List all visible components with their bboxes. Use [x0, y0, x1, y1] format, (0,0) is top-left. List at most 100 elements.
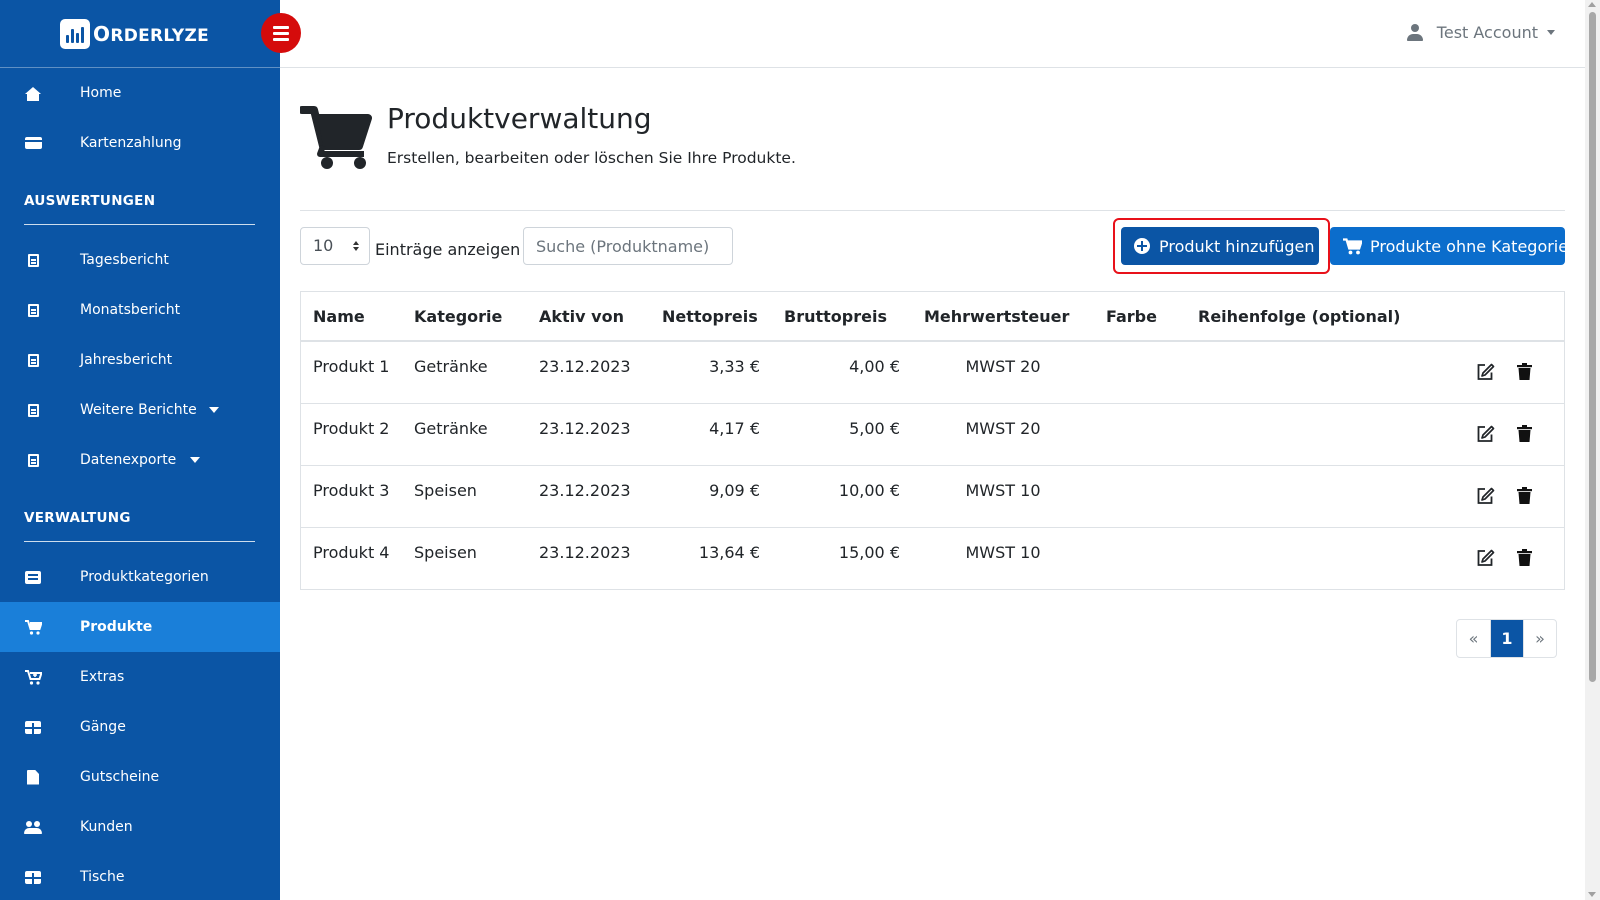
trash-icon[interactable] — [1517, 363, 1532, 380]
edit-icon[interactable] — [1476, 487, 1495, 505]
plus-circle-icon — [1134, 238, 1150, 254]
search-input[interactable] — [523, 227, 733, 265]
edit-icon[interactable] — [1476, 425, 1495, 443]
table-controls: 10 Einträge anzeigen Produkt hinzufügen … — [300, 211, 1568, 291]
file-icon — [24, 768, 42, 786]
column-header-active-from[interactable]: Aktiv von — [527, 292, 650, 342]
column-header-gross-price[interactable]: Bruttopreis — [772, 292, 912, 342]
pagination-prev[interactable]: « — [1457, 620, 1490, 657]
trash-icon[interactable] — [1517, 486, 1532, 504]
column-header-net-price[interactable]: Nettopreis — [650, 292, 772, 342]
brand[interactable]: ORDERLYZE — [0, 0, 280, 68]
cell-active-from: 23.12.2023 — [539, 542, 631, 562]
shopping-cart-icon — [300, 106, 372, 169]
add-product-button[interactable]: Produkt hinzufügen — [1121, 227, 1319, 265]
trash-icon[interactable] — [1517, 548, 1532, 566]
menu-toggle-button[interactable] — [261, 13, 301, 53]
column-header-vat[interactable]: Mehrwertsteuer — [912, 292, 1094, 342]
select-arrows-icon — [353, 241, 359, 251]
table-row: Produkt 3 Speisen 23.12.2023 9,09 € 10,0… — [301, 465, 1564, 528]
trash-icon[interactable] — [1517, 424, 1532, 442]
sidebar-item-extras[interactable]: Extras — [0, 652, 280, 702]
chevron-down-icon — [209, 407, 219, 413]
cell-name: Produkt 3 — [301, 465, 402, 528]
cell-name: Produkt 2 — [301, 403, 402, 466]
home-icon — [24, 84, 42, 102]
sidebar-item-tische[interactable]: Tische — [0, 852, 280, 900]
cell-net-price: 9,09 € — [650, 465, 772, 528]
cell-category: Speisen — [414, 542, 477, 562]
sidebar-item-gutscheine[interactable]: Gutscheine — [0, 752, 280, 802]
cell-category: Getränke — [402, 341, 527, 404]
cell-vat: MWST 20 — [912, 403, 1094, 466]
column-header-color[interactable]: Farbe — [1094, 292, 1186, 342]
cell-gross-price: 4,00 € — [772, 341, 912, 404]
credit-card-icon — [24, 134, 42, 152]
cell-active-from: 23.12.2023 — [527, 341, 650, 404]
user-icon — [1406, 23, 1423, 42]
table-row: Produkt 1 Getränke 23.12.2023 3,33 € 4,0… — [301, 341, 1564, 404]
account-label: Test Account — [1436, 23, 1538, 42]
cell-color — [1094, 465, 1186, 528]
sidebar-item-kartenzahlung[interactable]: Kartenzahlung — [0, 118, 280, 168]
cell-order — [1186, 403, 1434, 466]
users-icon — [24, 818, 42, 836]
cell-actions — [1434, 341, 1564, 404]
document-icon — [24, 301, 42, 319]
cell-actions — [1434, 527, 1564, 589]
table-header-row: Name Kategorie Aktiv von Nettopreis Brut… — [301, 292, 1564, 342]
cart-icon — [24, 618, 42, 636]
cart-plus-icon — [24, 668, 42, 686]
column-header-order[interactable]: Reihenfolge (optional) — [1186, 292, 1434, 342]
grid-icon — [24, 718, 42, 736]
page-title: Produktverwaltung — [387, 102, 652, 135]
edit-icon[interactable] — [1476, 363, 1495, 381]
products-without-category-button[interactable]: Produkte ohne Kategorie — [1330, 227, 1568, 265]
sidebar-item-weitere-berichte[interactable]: Weitere Berichte — [0, 385, 280, 435]
account-dropdown[interactable]: Test Account — [1406, 23, 1555, 42]
cell-actions — [1434, 403, 1564, 466]
section-title-auswertungen: AUSWERTUNGEN — [24, 168, 255, 225]
scroll-thumb[interactable] — [1589, 12, 1596, 682]
pagination-next[interactable]: » — [1523, 620, 1556, 657]
chevron-down-icon — [1547, 30, 1555, 35]
hamburger-icon — [273, 25, 289, 29]
sidebar-item-home[interactable]: Home — [0, 68, 280, 118]
main-content: Produktverwaltung Erstellen, bearbeiten … — [300, 68, 1568, 590]
cell-category: Getränke — [402, 403, 527, 466]
page-header: Produktverwaltung Erstellen, bearbeiten … — [300, 68, 1565, 211]
column-header-actions — [1434, 292, 1564, 342]
sidebar-item-datenexporte[interactable]: Datenexporte — [0, 435, 280, 485]
sidebar-item-monatsbericht[interactable]: Monatsbericht — [0, 285, 280, 335]
sidebar-item-produkte[interactable]: Produkte — [0, 602, 280, 652]
scroll-down-icon[interactable] — [1588, 892, 1596, 897]
sidebar-item-kunden[interactable]: Kunden — [0, 802, 280, 852]
sidebar: ORDERLYZE Home Kartenzahlung AUSWERTUNGE… — [0, 0, 280, 900]
cell-color — [1094, 527, 1186, 589]
sidebar-item-gaenge[interactable]: Gänge — [0, 702, 280, 752]
pagination-page-1[interactable]: 1 — [1490, 620, 1523, 657]
column-header-name[interactable]: Name — [301, 292, 402, 342]
cart-icon — [1343, 237, 1362, 254]
column-header-category[interactable]: Kategorie — [402, 292, 527, 342]
cell-category: Speisen — [402, 465, 527, 528]
sidebar-item-jahresbericht[interactable]: Jahresbericht — [0, 335, 280, 385]
cell-name: Produkt 1 — [301, 341, 402, 404]
logo-icon — [60, 18, 90, 49]
cell-gross-price: 5,00 € — [772, 403, 912, 466]
cell-vat: MWST 20 — [912, 341, 1094, 404]
cell-net-price: 4,17 € — [650, 403, 772, 466]
edit-icon[interactable] — [1476, 549, 1495, 567]
cell-order — [1186, 341, 1434, 404]
page-subtitle: Erstellen, bearbeiten oder löschen Sie I… — [387, 149, 796, 167]
page-length-select[interactable]: 10 — [300, 227, 370, 265]
cell-order — [1186, 527, 1434, 589]
scroll-up-icon[interactable] — [1588, 2, 1596, 7]
cell-net-price: 13,64 € — [698, 542, 760, 562]
cell-vat: MWST 10 — [965, 542, 1041, 562]
sidebar-item-tagesbericht[interactable]: Tagesbericht — [0, 235, 280, 285]
cell-name: Produkt 4 — [313, 542, 390, 562]
sidebar-item-produktkategorien[interactable]: Produktkategorien — [0, 552, 280, 602]
vertical-scrollbar[interactable] — [1585, 0, 1600, 900]
products-table: Name Kategorie Aktiv von Nettopreis Brut… — [300, 291, 1565, 590]
